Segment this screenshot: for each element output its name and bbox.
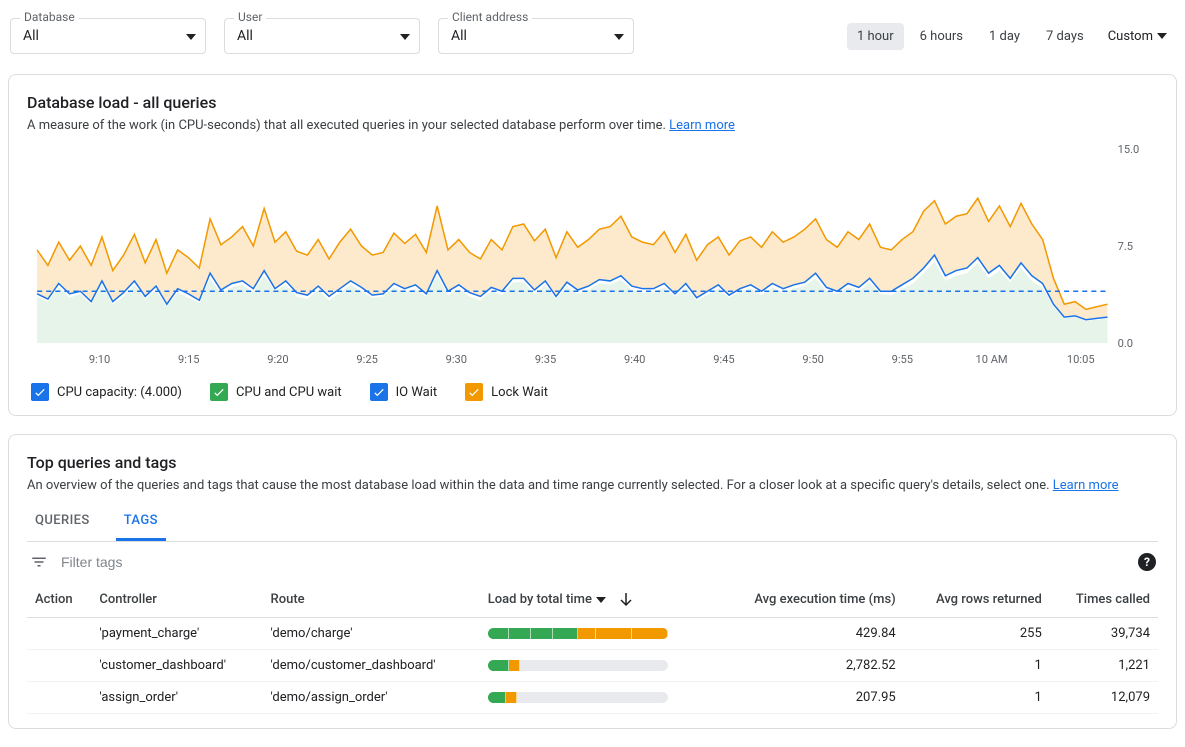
time-range-6-hours[interactable]: 6 hours xyxy=(910,23,973,50)
tab-queries[interactable]: Queries xyxy=(27,503,98,541)
chevron-down-icon xyxy=(1157,33,1167,39)
svg-text:9:40: 9:40 xyxy=(624,353,645,366)
svg-text:9:15: 9:15 xyxy=(178,353,199,366)
load-chart: 0.0 7.5 15.0 9:10 9:15 9:20 9:25 9:30 9:35 9:40 9:… xyxy=(27,143,1158,373)
filter-icon[interactable] xyxy=(29,552,49,572)
legend-item[interactable]: IO Wait xyxy=(370,383,438,401)
chevron-down-icon xyxy=(596,597,606,603)
load-bar xyxy=(488,628,668,639)
load-bar xyxy=(488,692,668,703)
svg-text:9:45: 9:45 xyxy=(713,353,734,366)
col-times-called[interactable]: Times called xyxy=(1050,582,1158,618)
checkbox-icon xyxy=(31,383,49,401)
user-select[interactable]: User All xyxy=(224,18,420,54)
svg-text:7.5: 7.5 xyxy=(1118,240,1133,253)
checkbox-icon xyxy=(465,383,483,401)
user-select-label: User xyxy=(234,10,266,24)
svg-text:9:55: 9:55 xyxy=(892,353,913,366)
svg-text:9:20: 9:20 xyxy=(267,353,288,366)
time-range-group: 1 hour6 hours1 day7 daysCustom xyxy=(847,23,1175,50)
filter-toolbar: Database All User All Client address All… xyxy=(0,0,1185,64)
time-range-1-day[interactable]: 1 day xyxy=(979,23,1030,50)
legend-item[interactable]: CPU capacity: (4.000) xyxy=(31,383,182,401)
client-address-select[interactable]: Client address All xyxy=(438,18,634,54)
svg-text:15.0: 15.0 xyxy=(1118,143,1140,156)
help-icon[interactable]: ? xyxy=(1138,553,1156,571)
col-avg-rows[interactable]: Avg rows returned xyxy=(904,582,1050,618)
arrow-down-icon xyxy=(620,593,632,607)
col-load[interactable]: Load by total time xyxy=(480,582,715,618)
filter-input[interactable] xyxy=(59,553,1128,571)
learn-more-link[interactable]: Learn more xyxy=(669,118,735,133)
card-title: Database load - all queries xyxy=(27,93,1158,112)
tags-table: Action Controller Route Load by total ti… xyxy=(27,582,1158,714)
time-range-custom[interactable]: Custom xyxy=(1100,23,1175,50)
table-row[interactable]: 'assign_order''demo/assign_order'207.951… xyxy=(27,682,1158,714)
svg-text:10 AM: 10 AM xyxy=(975,353,1007,366)
filter-row: ? xyxy=(27,542,1158,582)
top-queries-card: Top queries and tags An overview of the … xyxy=(8,434,1177,729)
queries-tabs: Queries Tags xyxy=(27,503,1158,542)
card-title: Top queries and tags xyxy=(27,453,1158,472)
tab-tags[interactable]: Tags xyxy=(116,503,166,541)
database-select[interactable]: Database All xyxy=(10,18,206,54)
time-range-7-days[interactable]: 7 days xyxy=(1036,23,1094,50)
client-address-select-label: Client address xyxy=(448,10,532,24)
table-row[interactable]: 'payment_charge''demo/charge'429.8425539… xyxy=(27,618,1158,650)
col-avg-exec[interactable]: Avg execution time (ms) xyxy=(715,582,904,618)
svg-text:9:50: 9:50 xyxy=(802,353,823,366)
chevron-down-icon xyxy=(614,28,624,44)
chart-legend: CPU capacity: (4.000) CPU and CPU wait IO … xyxy=(27,373,1158,401)
svg-text:9:25: 9:25 xyxy=(356,353,377,366)
svg-text:0.0: 0.0 xyxy=(1118,337,1133,350)
svg-text:9:30: 9:30 xyxy=(446,353,467,366)
checkbox-icon xyxy=(370,383,388,401)
checkbox-icon xyxy=(210,383,228,401)
svg-text:10:05: 10:05 xyxy=(1067,353,1095,366)
card-description: An overview of the queries and tags that… xyxy=(27,478,1158,493)
time-range-1-hour[interactable]: 1 hour xyxy=(847,23,904,50)
learn-more-link[interactable]: Learn more xyxy=(1053,478,1119,493)
database-load-card: Database load - all queries A measure of… xyxy=(8,74,1177,416)
load-bar xyxy=(488,660,668,671)
chevron-down-icon xyxy=(186,28,196,44)
svg-text:9:35: 9:35 xyxy=(535,353,556,366)
col-route[interactable]: Route xyxy=(263,582,480,618)
col-controller[interactable]: Controller xyxy=(91,582,262,618)
chevron-down-icon xyxy=(400,28,410,44)
database-select-label: Database xyxy=(20,10,79,24)
col-action[interactable]: Action xyxy=(27,582,91,618)
card-description: A measure of the work (in CPU-seconds) t… xyxy=(27,118,1158,133)
legend-item[interactable]: Lock Wait xyxy=(465,383,548,401)
svg-text:9:10: 9:10 xyxy=(89,353,110,366)
table-row[interactable]: 'customer_dashboard''demo/customer_dashb… xyxy=(27,650,1158,682)
legend-item[interactable]: CPU and CPU wait xyxy=(210,383,342,401)
